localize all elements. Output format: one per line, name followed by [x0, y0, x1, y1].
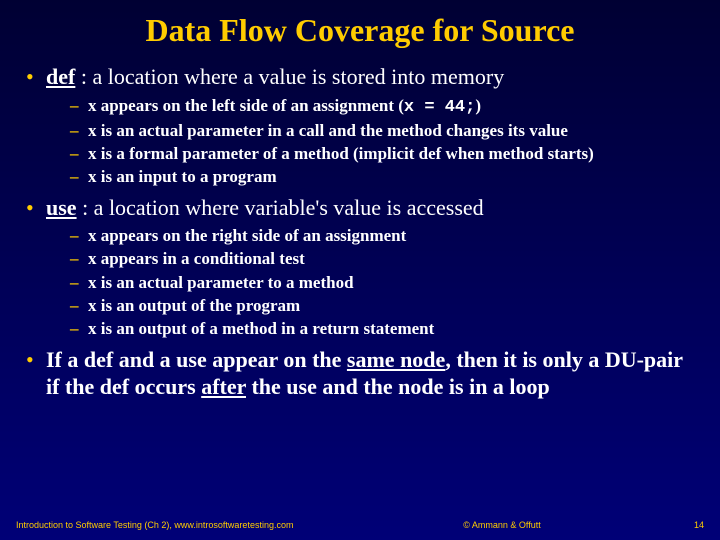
slide: Data Flow Coverage for Source • def : a … [0, 0, 720, 540]
sub-text: x is an output of the program [88, 295, 300, 317]
footer-left: Introduction to Software Testing (Ch 2),… [16, 520, 340, 530]
lb-p1: If a def and a use appear on the [46, 347, 347, 372]
code-fragment: x = 44; [404, 98, 475, 117]
list-item: –x appears in a conditional test [70, 248, 700, 270]
list-item: –x is a formal parameter of a method (im… [70, 143, 700, 165]
sub-text: x is a formal parameter of a method (imp… [88, 143, 594, 165]
bullet-use: • use : a location where variable's valu… [26, 194, 700, 340]
footer-center: © Ammann & Offutt [340, 520, 664, 530]
dash-icon: – [70, 248, 88, 270]
bullet-row: • def : a location where a value is stor… [26, 63, 700, 91]
lb-u1: same node [347, 347, 445, 372]
bullet-text: If a def and a use appear on the same no… [46, 346, 700, 401]
bullet-du-pair: • If a def and a use appear on the same … [26, 346, 700, 401]
list-item: –x is an actual parameter in a call and … [70, 120, 700, 142]
bullet-row: • If a def and a use appear on the same … [26, 346, 700, 401]
sub-text: x is an output of a method in a return s… [88, 318, 434, 340]
list-item: –x is an actual parameter to a method [70, 272, 700, 294]
bullet-icon: • [26, 194, 46, 222]
sub-list-use: –x appears on the right side of an assig… [26, 225, 700, 339]
dash-icon: – [70, 143, 88, 165]
list-item: –x appears on the right side of an assig… [70, 225, 700, 247]
slide-title: Data Flow Coverage for Source [20, 12, 700, 49]
bullet-list: • def : a location where a value is stor… [20, 63, 700, 401]
lb-p3: the use and the node is in a loop [246, 374, 550, 399]
term-def: def [46, 64, 75, 89]
dash-icon: – [70, 120, 88, 142]
sub-pre: x appears on the left side of an assignm… [88, 96, 404, 115]
footer: Introduction to Software Testing (Ch 2),… [0, 520, 720, 530]
bullet-row: • use : a location where variable's valu… [26, 194, 700, 222]
lb-u2: after [201, 374, 246, 399]
sub-post: ) [475, 96, 481, 115]
bullet-def: • def : a location where a value is stor… [26, 63, 700, 188]
bullet-text: def : a location where a value is stored… [46, 63, 504, 91]
list-item: –x appears on the left side of an assign… [70, 95, 700, 119]
sub-text: x is an input to a program [88, 166, 277, 188]
bullet-icon: • [26, 63, 46, 91]
rest-def: : a location where a value is stored int… [75, 64, 504, 89]
list-item: –x is an input to a program [70, 166, 700, 188]
dash-icon: – [70, 225, 88, 247]
sub-text: x appears on the left side of an assignm… [88, 95, 481, 119]
sub-text: x appears on the right side of an assign… [88, 225, 406, 247]
dash-icon: – [70, 166, 88, 188]
dash-icon: – [70, 272, 88, 294]
footer-page-number: 14 [664, 520, 704, 530]
bullet-text: use : a location where variable's value … [46, 194, 484, 222]
list-item: –x is an output of the program [70, 295, 700, 317]
sub-text: x is an actual parameter in a call and t… [88, 120, 568, 142]
sub-text: x appears in a conditional test [88, 248, 305, 270]
dash-icon: – [70, 295, 88, 317]
rest-use: : a location where variable's value is a… [77, 195, 484, 220]
dash-icon: – [70, 95, 88, 117]
sub-list-def: –x appears on the left side of an assign… [26, 95, 700, 188]
dash-icon: – [70, 318, 88, 340]
term-use: use [46, 195, 77, 220]
sub-text: x is an actual parameter to a method [88, 272, 354, 294]
bullet-icon: • [26, 346, 46, 374]
list-item: –x is an output of a method in a return … [70, 318, 700, 340]
